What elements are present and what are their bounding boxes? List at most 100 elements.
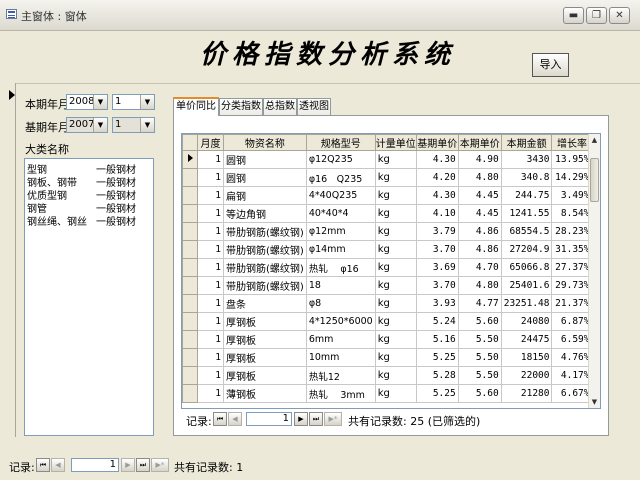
table-cell[interactable]: 29.73% [551, 276, 593, 295]
table-cell[interactable]: 22000 [500, 366, 553, 385]
base-year-select[interactable]: 2007 ▼ [66, 117, 108, 133]
dropdown-arrow-icon[interactable]: ▼ [140, 95, 154, 109]
table-cell[interactable]: 8.54% [551, 204, 593, 223]
column-header[interactable]: 规格型号 [305, 134, 376, 151]
scroll-thumb[interactable] [590, 158, 599, 202]
table-cell[interactable]: φ16 Q235 [305, 168, 376, 187]
dropdown-arrow-icon[interactable]: ▼ [93, 118, 107, 132]
table-cell[interactable]: 40*40*4 [305, 204, 376, 223]
table-cell[interactable]: kg [374, 240, 417, 259]
table-row[interactable]: 1 盘条 φ8 kg 3.93 4.77 23251.48 21.37% [182, 294, 593, 313]
table-cell[interactable]: 1 [197, 168, 224, 187]
table-cell[interactable]: 4.86 [457, 240, 502, 259]
row-selector[interactable] [182, 258, 198, 277]
table-cell[interactable]: 热轧12 [305, 366, 376, 385]
table-cell[interactable]: kg [374, 150, 417, 169]
select-all-cell[interactable] [182, 134, 198, 151]
row-selector[interactable] [182, 168, 198, 187]
table-cell[interactable]: 5.25 [415, 348, 459, 367]
list-item[interactable]: 型钢 一般钢材 [25, 161, 153, 176]
table-cell[interactable]: kg [374, 384, 417, 403]
table-cell[interactable]: 热轧 φ16 [305, 258, 376, 277]
table-cell[interactable]: 1 [197, 150, 224, 169]
new-record-icon[interactable]: ▶* [324, 412, 342, 426]
row-selector[interactable] [182, 222, 198, 241]
table-cell[interactable]: 4.10 [415, 204, 459, 223]
table-cell[interactable]: 5.50 [457, 348, 502, 367]
last-record-icon[interactable]: ⏭ [309, 412, 323, 426]
table-cell[interactable]: 31.35% [551, 240, 593, 259]
table-cell[interactable]: 盘条 [223, 294, 307, 313]
table-cell[interactable]: 1 [197, 222, 224, 241]
table-cell[interactable]: 带肋钢筋(螺纹钢) [223, 222, 307, 241]
data-grid[interactable]: 月度 物资名称 规格型号 计量单位 基期单价 本期单价 本期金额 增长率 1 圆钢… [181, 133, 601, 409]
column-header[interactable]: 基期单价 [415, 134, 459, 151]
column-header[interactable]: 计量单位 [374, 134, 417, 151]
table-cell[interactable]: 3.70 [415, 240, 459, 259]
scroll-down-icon[interactable]: ▼ [589, 396, 600, 408]
table-cell[interactable]: 21280 [500, 384, 553, 403]
table-cell[interactable]: 3.70 [415, 276, 459, 295]
table-cell[interactable]: 4.77 [457, 294, 502, 313]
table-cell[interactable]: φ14mm [305, 240, 376, 259]
table-cell[interactable]: 1 [197, 348, 224, 367]
table-cell[interactable]: 27204.9 [500, 240, 553, 259]
table-cell[interactable]: 68554.5 [500, 222, 553, 241]
table-cell[interactable]: 圆钢 [223, 150, 307, 169]
table-cell[interactable]: 带肋钢筋(螺纹钢) [223, 258, 307, 277]
table-cell[interactable]: φ12mm [305, 222, 376, 241]
next-record-icon[interactable]: ▶ [294, 412, 308, 426]
table-cell[interactable]: 4.76% [551, 348, 593, 367]
table-cell[interactable]: 扁钢 [223, 186, 307, 205]
table-row[interactable]: 1 圆钢 φ12Q235 kg 4.30 4.90 3430 13.95% [182, 150, 593, 169]
table-cell[interactable]: 1 [197, 312, 224, 331]
table-cell[interactable]: 18150 [500, 348, 553, 367]
table-cell[interactable]: 3.49% [551, 186, 593, 205]
tab-pivot-chart[interactable]: 透视图 [297, 98, 331, 115]
table-cell[interactable]: 6.87% [551, 312, 593, 331]
first-record-icon[interactable]: ⏮ [213, 412, 227, 426]
table-cell[interactable]: 4.45 [457, 186, 502, 205]
table-cell[interactable]: kg [374, 186, 417, 205]
next-record-icon[interactable]: ▶ [121, 458, 135, 472]
row-selector[interactable] [182, 366, 198, 385]
list-item[interactable]: 钢丝绳、钢丝 一般钢材 [25, 213, 153, 228]
window-title-bar[interactable]: 主窗体 : 窗体 ▬ ❐ ✕ [0, 0, 640, 31]
table-cell[interactable]: 厚钢板 [223, 312, 307, 331]
table-cell[interactable]: 4.30 [415, 150, 459, 169]
tab-unit-price-yoy[interactable]: 单价同比 [173, 97, 219, 116]
table-cell[interactable]: φ8 [305, 294, 376, 313]
table-cell[interactable]: 4*1250*6000 [305, 312, 376, 331]
table-row[interactable]: 1 圆钢 φ16 Q235 kg 4.20 4.80 340.8 14.29% [182, 168, 593, 187]
tab-total-index[interactable]: 总指数 [263, 98, 297, 115]
table-cell[interactable]: 24475 [500, 330, 553, 349]
table-cell[interactable]: kg [374, 168, 417, 187]
table-cell[interactable]: kg [374, 330, 417, 349]
table-cell[interactable]: 1 [197, 294, 224, 313]
scroll-up-icon[interactable]: ▲ [589, 134, 600, 146]
table-cell[interactable]: 5.50 [457, 366, 502, 385]
prev-record-icon[interactable]: ◀ [228, 412, 242, 426]
table-cell[interactable]: φ12Q235 [305, 150, 376, 169]
table-cell[interactable]: 5.60 [457, 312, 502, 331]
table-row[interactable]: 1 厚钢板 6mm kg 5.16 5.50 24475 6.59% [182, 330, 593, 349]
grid-vertical-scrollbar[interactable]: ▲ ▼ [588, 134, 600, 408]
last-record-icon[interactable]: ⏭ [136, 458, 150, 472]
table-cell[interactable]: 1 [197, 240, 224, 259]
new-record-icon[interactable]: ▶* [151, 458, 169, 472]
table-cell[interactable]: kg [374, 348, 417, 367]
table-cell[interactable]: 10mm [305, 348, 376, 367]
column-header[interactable]: 物资名称 [223, 134, 307, 151]
table-cell[interactable]: 1 [197, 186, 224, 205]
table-cell[interactable]: 14.29% [551, 168, 593, 187]
table-cell[interactable]: 13.95% [551, 150, 593, 169]
tab-category-index[interactable]: 分类指数 [219, 98, 263, 115]
table-cell[interactable]: kg [374, 222, 417, 241]
list-item[interactable]: 钢板、钢带 一般钢材 [25, 174, 153, 189]
table-cell[interactable]: 等边角钢 [223, 204, 307, 223]
table-cell[interactable]: 4.45 [457, 204, 502, 223]
table-cell[interactable]: kg [374, 312, 417, 331]
table-cell[interactable]: kg [374, 204, 417, 223]
table-row[interactable]: 1 带肋钢筋(螺纹钢) φ14mm kg 3.70 4.86 27204.9 31.35% [182, 240, 593, 259]
table-cell[interactable]: 薄钢板 [223, 384, 307, 403]
